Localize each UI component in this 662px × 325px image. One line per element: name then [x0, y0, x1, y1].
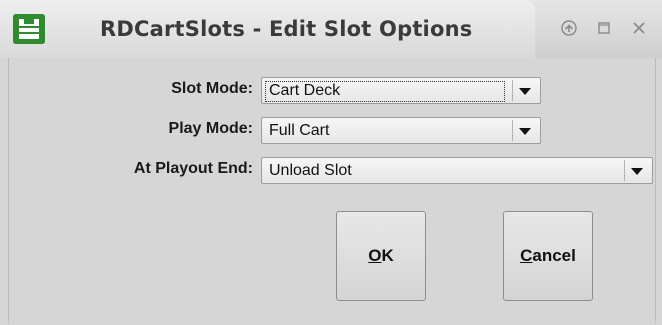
- play-mode-select[interactable]: Full Cart: [261, 117, 541, 144]
- close-icon[interactable]: [630, 20, 648, 38]
- ok-button-label: OK: [368, 246, 394, 265]
- playout-end-dropdown-button[interactable]: [624, 160, 649, 181]
- slot-mode-select[interactable]: Cart Deck: [261, 77, 541, 104]
- cancel-button[interactable]: Cancel: [503, 211, 593, 301]
- play-mode-value: Full Cart: [269, 122, 330, 139]
- playout-end-value: Unload Slot: [269, 162, 352, 179]
- chevron-down-icon: [631, 168, 643, 175]
- play-mode-dropdown-button[interactable]: [512, 120, 537, 141]
- chevron-down-icon: [519, 128, 531, 135]
- chevron-down-icon: [519, 88, 531, 95]
- edit-slot-options-window: RDCartSlots - Edit Slot Options Slot Mod…: [0, 0, 662, 325]
- ok-button[interactable]: OK: [336, 211, 426, 301]
- playout-end-select[interactable]: Unload Slot: [261, 157, 653, 184]
- play-mode-label: Play Mode:: [168, 120, 253, 137]
- title-bar[interactable]: RDCartSlots - Edit Slot Options: [0, 0, 662, 58]
- cancel-button-label: Cancel: [520, 246, 576, 265]
- playout-end-label: At Playout End:: [133, 160, 253, 177]
- app-icon[interactable]: [13, 14, 45, 44]
- window-controls: [550, 20, 662, 42]
- slot-mode-label: Slot Mode:: [171, 80, 253, 97]
- slot-mode-value: Cart Deck: [269, 82, 341, 99]
- maximize-icon[interactable]: [595, 20, 613, 38]
- restore-icon[interactable]: [560, 20, 578, 38]
- window-title: RDCartSlots - Edit Slot Options: [100, 17, 473, 41]
- slot-mode-dropdown-button[interactable]: [512, 80, 537, 101]
- dialog-content: Slot Mode: Cart Deck Play Mode: Full Car…: [8, 58, 656, 323]
